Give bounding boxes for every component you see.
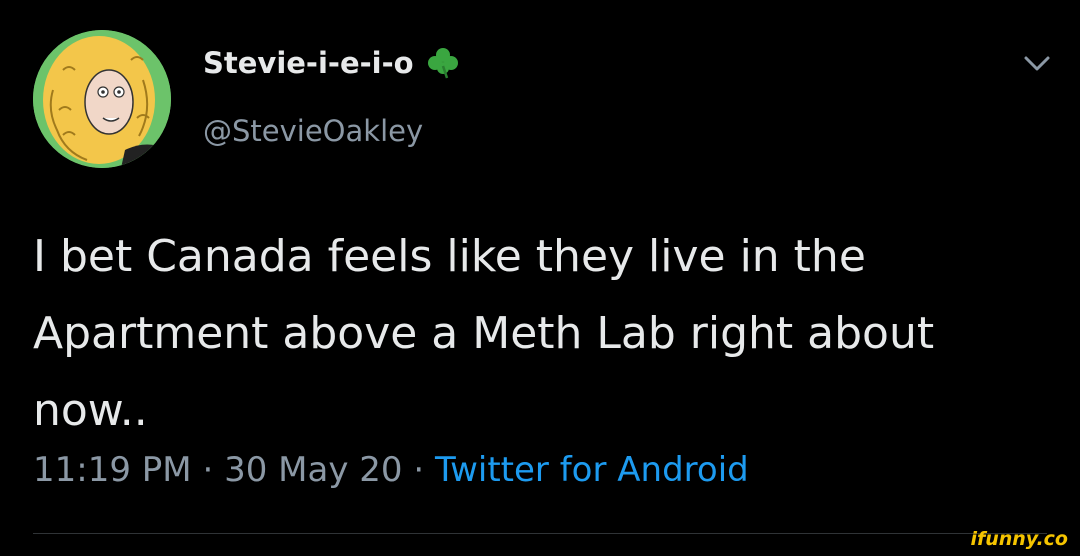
watermark-logo: ifunny.co	[970, 528, 1068, 550]
user-handle[interactable]: @StevieOakley	[203, 114, 423, 148]
display-name-text: Stevie-i-e-i-o	[203, 46, 414, 80]
avatar-illustration	[33, 30, 171, 168]
tweet-text: I bet Canada feels like they live in the…	[33, 231, 935, 436]
separator-dot: ·	[413, 450, 425, 490]
tweet-metadata: 11:19 PM · 30 May 20 · Twitter for Andro…	[33, 450, 749, 490]
tweet-time[interactable]: 11:19 PM	[33, 450, 192, 490]
avatar[interactable]	[33, 30, 171, 168]
display-name[interactable]: Stevie-i-e-i-o	[203, 46, 460, 80]
divider	[33, 533, 1047, 534]
separator-dot: ·	[202, 450, 214, 490]
chevron-down-icon[interactable]	[1022, 52, 1052, 76]
tweet-source-link[interactable]: Twitter for Android	[435, 450, 749, 490]
tweet-date[interactable]: 30 May 20	[224, 450, 402, 490]
shamrock-icon	[426, 46, 460, 80]
